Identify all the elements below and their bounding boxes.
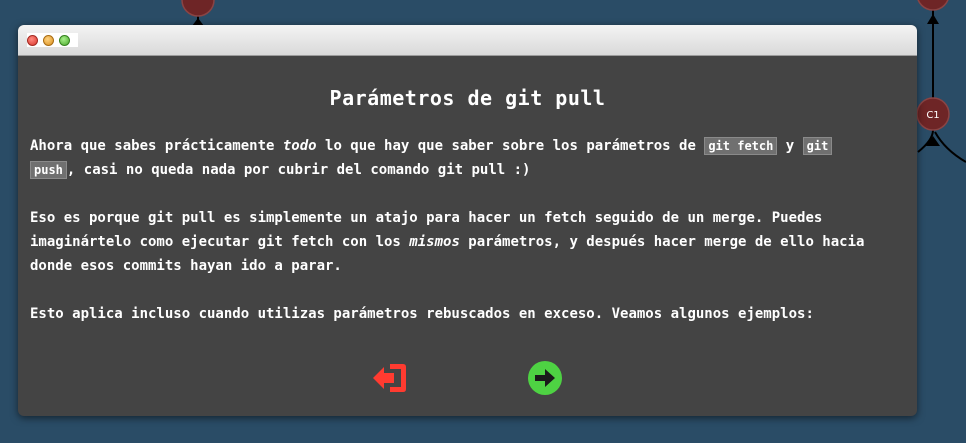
code-git-push-part2: push (30, 161, 67, 179)
dialog-content: Parámetros de git pull Ahora que sabes p… (18, 56, 917, 326)
commit-node-c1: C1 (916, 97, 950, 131)
close-button[interactable] (27, 34, 38, 46)
next-button[interactable] (526, 360, 564, 396)
window-titlebar (18, 25, 917, 56)
dialog-title: Parámetros de git pull (329, 86, 606, 110)
zoom-button[interactable] (59, 34, 70, 46)
dialog-window: Parámetros de git pull Ahora que sabes p… (18, 25, 917, 416)
paragraph-2: Eso es porque git pull es simplemente un… (30, 210, 865, 274)
sign-out-icon (373, 364, 406, 392)
exit-button[interactable] (370, 360, 408, 396)
code-git-fetch: git fetch (704, 137, 778, 155)
minimize-button[interactable] (43, 34, 54, 46)
paragraph-1: Ahora que sabes prácticamente todo lo qu… (30, 134, 905, 182)
code-git-push-part1: git (802, 137, 833, 155)
svg-text:C1: C1 (926, 110, 939, 121)
arrow-circle-right-icon (528, 361, 562, 395)
dialog-navigation (18, 358, 917, 398)
window-controls (27, 33, 78, 47)
paragraph-3: Esto aplica incluso cuando utilizas pará… (30, 306, 814, 322)
